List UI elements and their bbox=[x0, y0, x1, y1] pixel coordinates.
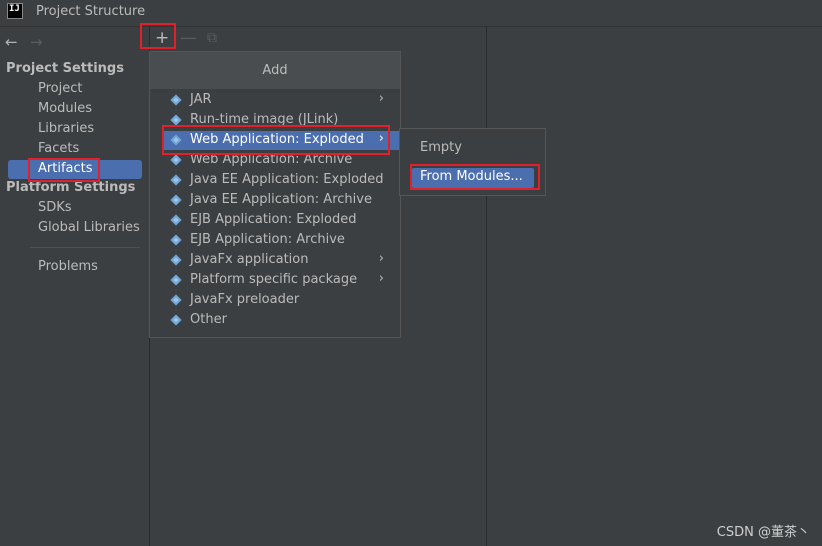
chevron-right-icon: › bbox=[378, 91, 384, 106]
copy-icon[interactable]: ⧉ bbox=[207, 30, 217, 46]
add-button-highlight-box bbox=[140, 23, 176, 49]
add-menu-item-label: Platform specific package bbox=[190, 272, 358, 287]
artifacts-toolbar: + — ⧉ bbox=[150, 27, 486, 51]
title-bar: IJ Project Structure bbox=[0, 0, 822, 27]
add-menu-item[interactable]: JavaFx application › bbox=[164, 251, 400, 270]
add-menu-item-label: JavaFx preloader bbox=[190, 292, 300, 307]
platform-settings-header: Platform Settings bbox=[6, 180, 136, 195]
sidebar: ← → Project Settings Project Modules Lib… bbox=[0, 27, 150, 546]
artifact-type-icon bbox=[170, 174, 182, 186]
add-popup-title: Add bbox=[150, 52, 400, 89]
artifact-type-icon bbox=[170, 194, 182, 206]
add-menu-item-label: EJB Application: Exploded bbox=[190, 212, 357, 227]
sidebar-item-modules[interactable]: Modules bbox=[38, 101, 92, 116]
artifact-type-icon bbox=[170, 274, 182, 286]
sidebar-item-global-libraries[interactable]: Global Libraries bbox=[38, 220, 140, 235]
chevron-right-icon: › bbox=[378, 251, 384, 266]
add-menu-item[interactable]: Java EE Application: Archive bbox=[164, 191, 400, 210]
sidebar-divider bbox=[30, 247, 140, 248]
add-menu-item-label: JAR bbox=[190, 92, 212, 107]
artifact-type-icon bbox=[170, 314, 182, 326]
from-modules-highlight-box bbox=[410, 164, 540, 190]
artifact-type-icon bbox=[170, 254, 182, 266]
sidebar-item-problems[interactable]: Problems bbox=[38, 259, 98, 274]
add-menu-item-label: Other bbox=[190, 312, 227, 327]
sidebar-item-libraries[interactable]: Libraries bbox=[38, 121, 94, 136]
project-settings-header: Project Settings bbox=[6, 61, 124, 76]
window-title: Project Structure bbox=[36, 4, 146, 19]
artifact-type-icon bbox=[170, 294, 182, 306]
add-menu-item-label: JavaFx application bbox=[190, 252, 309, 267]
artifact-type-icon bbox=[170, 94, 182, 106]
add-menu-item-label: Java EE Application: Exploded bbox=[190, 172, 384, 187]
remove-icon[interactable]: — bbox=[180, 28, 197, 48]
web-app-exploded-highlight-box bbox=[162, 125, 390, 155]
add-menu-item[interactable]: Other bbox=[164, 311, 400, 330]
add-menu-item[interactable]: EJB Application: Archive bbox=[164, 231, 400, 250]
add-popup-menu: Add JAR › Run-time image (JLink) Web Applic… bbox=[149, 51, 401, 338]
sidebar-item-project[interactable]: Project bbox=[38, 81, 82, 96]
forward-arrow-icon[interactable]: → bbox=[30, 33, 43, 51]
artifact-type-icon bbox=[170, 214, 182, 226]
add-menu-item[interactable]: Java EE Application: Exploded bbox=[164, 171, 400, 190]
artifact-type-icon bbox=[170, 234, 182, 246]
artifacts-highlight-box bbox=[28, 158, 100, 182]
intellij-app-icon: IJ bbox=[7, 3, 23, 19]
add-menu-item[interactable]: JavaFx preloader bbox=[164, 291, 400, 310]
watermark: CSDN @董茶丶 bbox=[716, 525, 810, 540]
artifact-type-icon bbox=[170, 154, 182, 166]
back-arrow-icon[interactable]: ← bbox=[5, 33, 18, 51]
submenu-item-empty[interactable]: Empty bbox=[420, 140, 462, 155]
add-menu-item[interactable]: EJB Application: Exploded bbox=[164, 211, 400, 230]
sidebar-item-facets[interactable]: Facets bbox=[38, 141, 79, 156]
add-menu-item[interactable]: JAR › bbox=[164, 91, 400, 110]
add-menu-item[interactable]: Platform specific package › bbox=[164, 271, 400, 290]
sidebar-item-sdks[interactable]: SDKs bbox=[38, 200, 72, 215]
add-menu-item-label: Java EE Application: Archive bbox=[190, 192, 372, 207]
chevron-right-icon: › bbox=[378, 271, 384, 286]
add-menu-item-label: EJB Application: Archive bbox=[190, 232, 345, 247]
